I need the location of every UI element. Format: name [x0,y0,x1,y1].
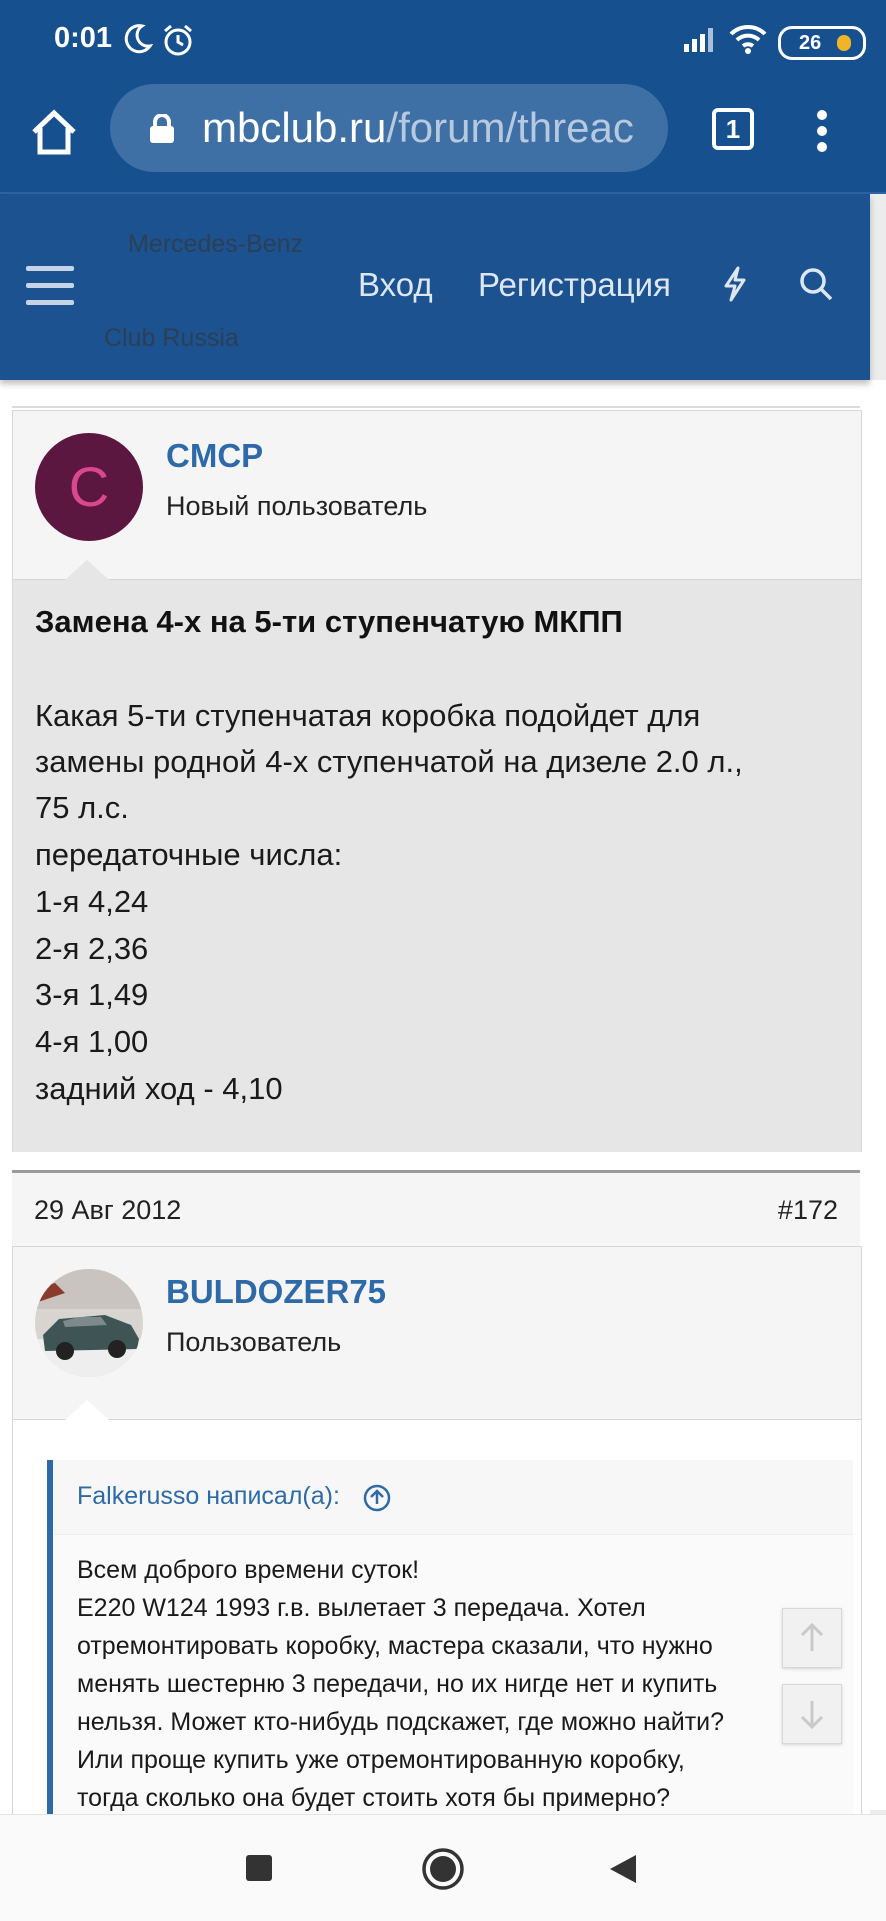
battery-level: 26 [799,32,822,54]
moon-icon [124,24,154,54]
quote-author-link[interactable]: Falkerusso написал(а): [77,1482,340,1511]
back-button[interactable] [608,1853,638,1885]
divider [12,406,860,408]
post-text-line: передаточные числа: [35,837,343,872]
post-meta-bar: 29 Авг 2012 #172 [12,1170,860,1248]
post: BULDOZER75 Пользователь Falkerusso напис… [12,1246,862,1820]
user-title: Пользователь [166,1327,342,1357]
quote-text-line: E220 W124 1993 г.в. вылетает 3 передача.… [77,1594,646,1622]
post-text-line: Какая 5-ти ступенчатая коробка подойдет … [35,698,701,733]
post-text-line: 2-я 2,36 [35,931,149,966]
post-date[interactable]: 29 Авг 2012 [34,1195,181,1226]
browser-toolbar: mbclub.ru/forum/threac 1 [0,80,886,194]
quote-text-line: тогда сколько она будет стоить хотя бы п… [77,1784,671,1812]
post-text-line: задний ход - 4,10 [35,1071,283,1106]
status-bar: 0:01 26 [0,0,886,80]
post-body: Замена 4-х на 5-ти ступенчатую МКПП Кака… [13,580,861,1152]
login-link[interactable]: Вход [358,266,433,304]
arrow-down-icon [800,1701,824,1730]
quote-text-line: менять шестерню 3 передачи, но их нигде … [77,1670,718,1698]
username[interactable]: BULDOZER75 [166,1273,386,1311]
more-menu-icon[interactable] [812,104,832,164]
post-text-line: 75 л.с. [35,790,129,825]
system-navigation-bar [0,1814,886,1921]
url-domain: mbclub.ru [202,104,387,151]
bubble-pointer [65,560,109,580]
wifi-icon [729,24,767,54]
quote-block: Falkerusso написал(а): Всем доброго врем… [47,1460,853,1820]
jump-to-quote-icon[interactable] [363,1484,391,1512]
clock: 0:01 [54,22,113,54]
tab-switcher-button[interactable]: 1 [712,108,754,150]
avatar-car-photo [35,1269,143,1377]
home-icon[interactable] [28,106,80,158]
site-logo-line2[interactable]: Club Russia [104,324,239,353]
quote-text-line: Или проще купить уже отремонтированную к… [77,1746,685,1774]
url-path: /forum/threac [386,104,634,151]
post-text-line: 3-я 1,49 [35,977,149,1012]
post-title: Замена 4-х на 5-ти ступенчатую МКПП [35,604,623,639]
hamburger-menu-icon[interactable] [26,266,74,306]
bubble-pointer [65,1400,109,1420]
lightning-icon[interactable] [720,266,750,302]
post-text-line: 4-я 1,00 [35,1024,149,1059]
quote-text-line: нельзя. Может кто-нибудь подскажет, где … [77,1708,725,1736]
battery-icon: 26 [778,26,866,60]
quote-text-line: Всем доброго времени суток! [77,1556,420,1584]
quote-text-line: отремонтировать коробку, мастера сказали… [77,1632,713,1660]
post-text-line: замены родной 4-х ступенчатой на дизеле … [35,744,743,779]
search-icon[interactable] [798,266,834,302]
scroll-up-button[interactable] [782,1608,842,1668]
recents-button[interactable] [246,1855,272,1881]
avatar[interactable]: C [35,433,143,541]
url-text: mbclub.ru/forum/threac [202,104,642,152]
post-text-line: 1-я 4,24 [35,884,149,919]
arrow-up-icon [800,1622,824,1651]
forum-header: Mercedes-Benz Club Russia Вход Регистрац… [0,194,870,380]
thread-content: C CMCP Новый пользователь Замена 4-х на … [0,380,886,1820]
home-button[interactable] [421,1847,465,1891]
post-number[interactable]: #172 [778,1195,838,1226]
post: C CMCP Новый пользователь Замена 4-х на … [12,410,862,1152]
post-body: Falkerusso написал(а): Всем доброго врем… [13,1420,861,1820]
alarm-icon [164,24,192,56]
battery-charging-dot [837,35,851,51]
post-user-bar: C CMCP Новый пользователь [13,411,861,580]
avatar-letter: C [68,455,110,518]
user-title: Новый пользователь [166,491,428,521]
scroll-down-button[interactable] [782,1684,842,1744]
post-user-bar: BULDOZER75 Пользователь [13,1247,861,1420]
quote-header: Falkerusso написал(а): [53,1460,853,1535]
signal-icon [684,28,713,52]
address-bar[interactable]: mbclub.ru/forum/threac [110,84,668,172]
username[interactable]: CMCP [166,437,263,475]
register-link[interactable]: Регистрация [478,266,671,304]
avatar[interactable] [35,1269,143,1377]
lock-icon [150,114,174,143]
site-logo-line1[interactable]: Mercedes-Benz [128,230,303,259]
